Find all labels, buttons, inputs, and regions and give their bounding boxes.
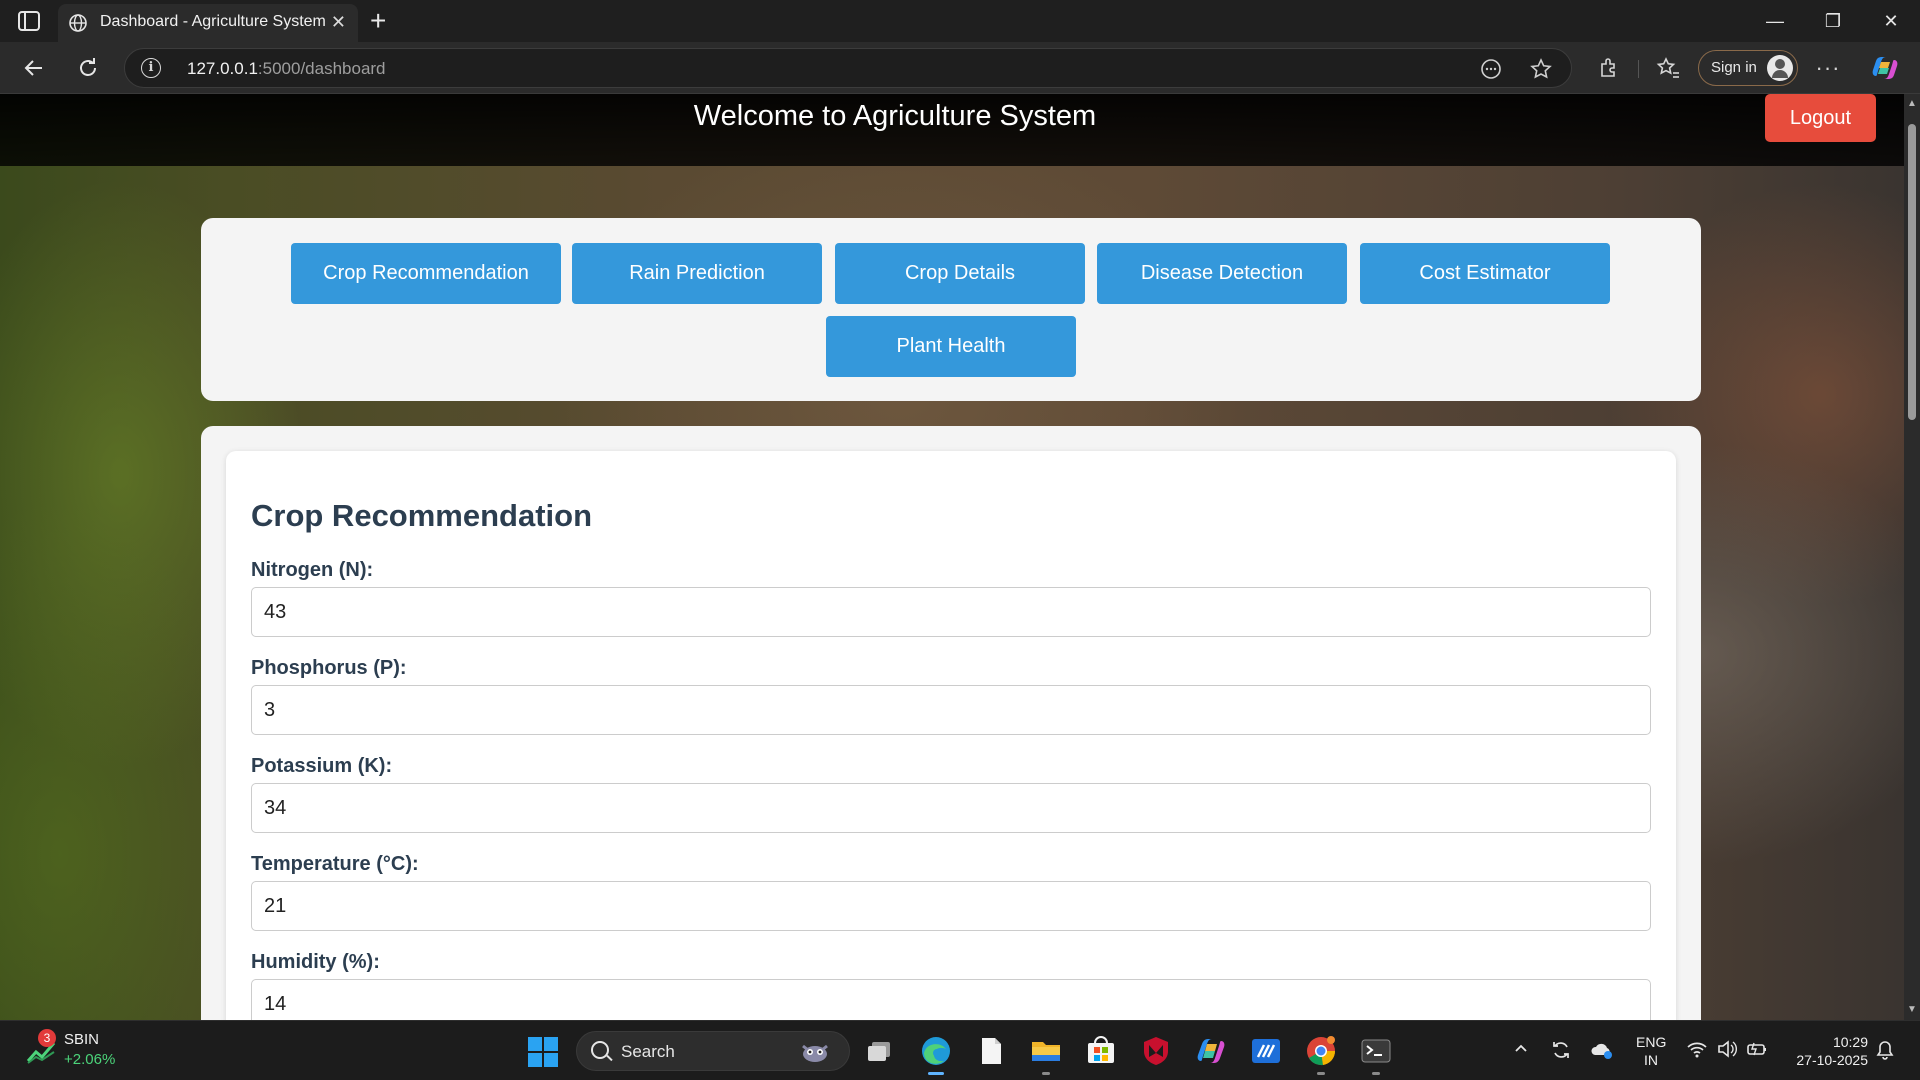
taskbar-clock[interactable]: 10:29 27-10-2025 bbox=[1786, 1033, 1868, 1069]
humidity-input[interactable] bbox=[251, 979, 1651, 1020]
notification-bell-icon[interactable] bbox=[1874, 1039, 1896, 1066]
stock-change: +2.06% bbox=[64, 1051, 116, 1068]
wifi-icon[interactable] bbox=[1686, 1039, 1708, 1064]
favorites-icon[interactable] bbox=[1654, 54, 1682, 82]
plant-health-button[interactable]: Plant Health bbox=[826, 316, 1076, 377]
edge-browser-icon[interactable] bbox=[918, 1033, 954, 1075]
phosphorus-label: Phosphorus (P): bbox=[251, 657, 407, 679]
input-language-indicator[interactable]: ENG IN bbox=[1636, 1033, 1666, 1069]
potassium-input[interactable] bbox=[251, 783, 1651, 833]
copilot-app-icon[interactable] bbox=[1193, 1033, 1229, 1069]
more-menu-icon[interactable]: ··· bbox=[1814, 54, 1842, 82]
sign-in-label: Sign in bbox=[1711, 59, 1757, 76]
crop-recommendation-button[interactable]: Crop Recommendation bbox=[291, 243, 561, 304]
onedrive-icon[interactable] bbox=[1590, 1039, 1614, 1066]
minimize-icon[interactable]: — bbox=[1760, 8, 1790, 34]
tab-title: Dashboard - Agriculture System bbox=[100, 13, 326, 30]
language-region: IN bbox=[1644, 1052, 1658, 1068]
copilot-icon[interactable] bbox=[1870, 54, 1900, 82]
chrome-icon[interactable] bbox=[1303, 1033, 1339, 1075]
potassium-label: Potassium (K): bbox=[251, 755, 393, 777]
tab-actions-icon[interactable] bbox=[16, 9, 42, 33]
logout-button[interactable]: Logout bbox=[1765, 94, 1876, 142]
temperature-input[interactable] bbox=[251, 881, 1651, 931]
reload-icon[interactable] bbox=[72, 52, 104, 84]
volume-icon[interactable] bbox=[1716, 1039, 1738, 1064]
show-hidden-icons-chevron-icon[interactable] bbox=[1512, 1039, 1530, 1062]
new-tab-icon[interactable]: + bbox=[370, 6, 386, 36]
scroll-up-icon[interactable]: ▲ bbox=[1904, 96, 1920, 112]
running-app-indicator bbox=[1317, 1072, 1325, 1075]
nitrogen-label: Nitrogen (N): bbox=[251, 559, 374, 581]
disease-detection-button[interactable]: Disease Detection bbox=[1097, 243, 1347, 304]
search-label: Search bbox=[621, 1042, 675, 1061]
cost-estimator-button[interactable]: Cost Estimator bbox=[1360, 243, 1610, 304]
form-heading: Crop Recommendation bbox=[251, 498, 593, 533]
code-editor-icon[interactable] bbox=[1248, 1033, 1284, 1069]
temperature-label: Temperature (°C): bbox=[251, 853, 419, 875]
battery-icon[interactable] bbox=[1746, 1039, 1768, 1064]
sign-in-button[interactable]: Sign in bbox=[1698, 50, 1798, 86]
favorite-star-icon[interactable] bbox=[1529, 57, 1553, 81]
taskbar-search[interactable]: Search bbox=[576, 1031, 850, 1071]
microsoft-store-icon[interactable] bbox=[1083, 1033, 1119, 1069]
task-view-icon[interactable] bbox=[862, 1033, 898, 1069]
crop-recommendation-form: Crop Recommendation Nitrogen (N): Phosph… bbox=[226, 451, 1676, 1020]
crop-details-button[interactable]: Crop Details bbox=[835, 243, 1085, 304]
back-arrow-icon[interactable] bbox=[18, 52, 50, 84]
globe-icon bbox=[68, 13, 88, 33]
site-info-icon[interactable]: i bbox=[141, 58, 161, 78]
search-highlight-icon bbox=[799, 1040, 831, 1064]
stock-name[interactable]: SBIN bbox=[64, 1031, 99, 1048]
taskbar: 3 SBIN +2.06% Search ENG IN 10:29 27-10-… bbox=[0, 1020, 1920, 1080]
active-app-indicator bbox=[928, 1072, 944, 1075]
page-title: Welcome to Agriculture System bbox=[693, 100, 1097, 132]
nitrogen-input[interactable] bbox=[251, 587, 1651, 637]
reading-mode-icon[interactable] bbox=[1479, 57, 1503, 81]
browser-toolbar: i 127.0.0.1:5000/dashboard Sign in ··· bbox=[0, 42, 1920, 94]
language-code: ENG bbox=[1636, 1034, 1667, 1050]
terminal-icon[interactable] bbox=[1358, 1033, 1394, 1075]
close-window-icon[interactable]: ✕ bbox=[1876, 8, 1906, 34]
tab-close-icon[interactable]: ✕ bbox=[331, 12, 346, 32]
browser-tab-bar: Dashboard - Agriculture System ✕ + — ❐ ✕ bbox=[0, 0, 1920, 42]
restore-icon[interactable]: ❐ bbox=[1818, 8, 1848, 34]
extensions-icon[interactable] bbox=[1594, 54, 1622, 82]
url-host: 127.0.0.1 bbox=[187, 59, 258, 78]
running-app-indicator bbox=[1372, 1072, 1380, 1075]
rain-prediction-button[interactable]: Rain Prediction bbox=[572, 243, 822, 304]
humidity-label: Humidity (%): bbox=[251, 951, 380, 973]
windows-start-icon[interactable] bbox=[528, 1037, 558, 1067]
toolbar-divider bbox=[1638, 60, 1639, 78]
mcafee-icon[interactable] bbox=[1138, 1033, 1174, 1069]
scroll-down-icon[interactable]: ▼ bbox=[1904, 1002, 1920, 1018]
scrollbar-thumb[interactable] bbox=[1908, 124, 1916, 420]
address-url[interactable]: 127.0.0.1:5000/dashboard bbox=[187, 59, 386, 79]
page-viewport: Welcome to Agriculture System Logout Cro… bbox=[0, 94, 1904, 1020]
url-path: :5000/dashboard bbox=[257, 59, 386, 78]
clock-date: 27-10-2025 bbox=[1796, 1052, 1868, 1068]
site-header: Welcome to Agriculture System Logout bbox=[0, 94, 1904, 166]
feature-nav-card: Crop Recommendation Rain Prediction Crop… bbox=[201, 218, 1701, 401]
notification-badge: 3 bbox=[38, 1029, 56, 1047]
running-app-indicator bbox=[1042, 1072, 1050, 1075]
address-bar[interactable]: i 127.0.0.1:5000/dashboard bbox=[124, 48, 1572, 88]
sync-icon[interactable] bbox=[1550, 1039, 1572, 1066]
clock-time: 10:29 bbox=[1832, 1034, 1868, 1050]
notepad-icon[interactable] bbox=[973, 1033, 1009, 1069]
active-tab[interactable]: Dashboard - Agriculture System ✕ bbox=[58, 4, 358, 42]
profile-avatar-icon bbox=[1767, 55, 1793, 81]
file-explorer-icon[interactable] bbox=[1028, 1033, 1064, 1075]
phosphorus-input[interactable] bbox=[251, 685, 1651, 735]
search-icon bbox=[591, 1041, 609, 1059]
page-scrollbar[interactable]: ▲ ▼ bbox=[1904, 94, 1920, 1020]
content-card: Crop Recommendation Nitrogen (N): Phosph… bbox=[201, 426, 1701, 1020]
